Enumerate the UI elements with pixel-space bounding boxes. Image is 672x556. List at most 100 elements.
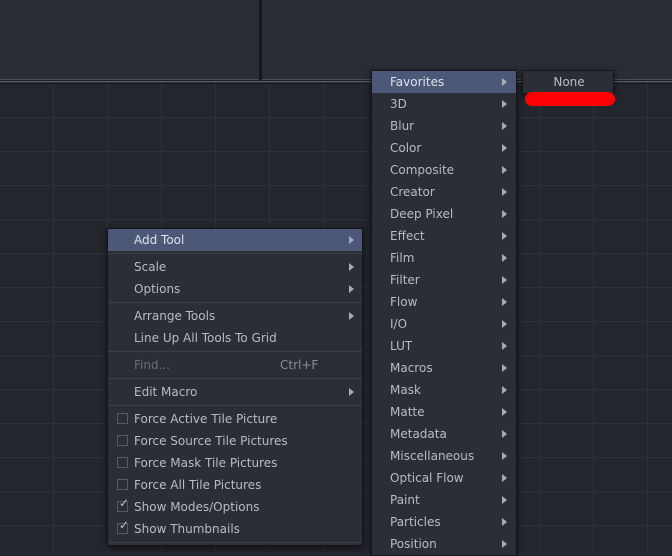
menu-item-add-tool[interactable]: Add Tool bbox=[108, 229, 362, 251]
submenu-arrow-icon bbox=[502, 386, 507, 394]
submenu-arrow-icon bbox=[502, 496, 507, 504]
menu-item-label: Creator bbox=[390, 185, 435, 199]
menu-separator bbox=[108, 542, 362, 543]
submenu-arrow-icon bbox=[502, 298, 507, 306]
viewer-pane-left[interactable] bbox=[0, 0, 260, 80]
menu-item-particles[interactable]: Particles bbox=[372, 511, 516, 533]
red-highlight-bar bbox=[525, 92, 615, 106]
favorites-submenu[interactable]: None bbox=[522, 70, 614, 94]
submenu-arrow-icon bbox=[502, 342, 507, 350]
submenu-arrow-icon bbox=[502, 232, 507, 240]
menu-item-show-modes-options[interactable]: ✓ Show Modes/Options bbox=[108, 496, 362, 518]
menu-item-label: Line Up All Tools To Grid bbox=[134, 331, 277, 345]
submenu-arrow-icon bbox=[349, 312, 354, 320]
checkbox-icon[interactable]: ✓ bbox=[117, 479, 128, 490]
menu-item-label: 3D bbox=[390, 97, 407, 111]
menu-item-miscellaneous[interactable]: Miscellaneous bbox=[372, 445, 516, 467]
check-glyph: ✓ bbox=[119, 496, 130, 510]
menu-item-label: Paint bbox=[390, 493, 420, 507]
add-tool-submenu[interactable]: Favorites 3D Blur Color Composite Creator Deep… bbox=[371, 70, 517, 556]
menu-item-force-source-tile-pictures[interactable]: ✓ Force Source Tile Pictures bbox=[108, 430, 362, 452]
menu-item-label: Show Thumbnails bbox=[134, 522, 240, 536]
menu-item-label: Particles bbox=[390, 515, 441, 529]
submenu-arrow-icon bbox=[502, 254, 507, 262]
menu-item-label: Show Modes/Options bbox=[134, 500, 260, 514]
menu-separator bbox=[108, 302, 362, 303]
menu-separator bbox=[108, 405, 362, 406]
submenu-arrow-icon bbox=[349, 263, 354, 271]
menu-item-label: Edit Macro bbox=[134, 385, 198, 399]
menu-item-optical-flow[interactable]: Optical Flow bbox=[372, 467, 516, 489]
checkbox-icon[interactable]: ✓ bbox=[117, 435, 128, 446]
menu-item-options[interactable]: Options bbox=[108, 278, 362, 300]
checkbox-checked-icon[interactable]: ✓ bbox=[117, 497, 129, 512]
menu-item-label: Force All Tile Pictures bbox=[134, 478, 262, 492]
menu-item-paint[interactable]: Paint bbox=[372, 489, 516, 511]
menu-item-edit-macro[interactable]: Edit Macro bbox=[108, 381, 362, 403]
checkbox-icon[interactable]: ✓ bbox=[117, 413, 128, 424]
menu-item-label: Matte bbox=[390, 405, 425, 419]
submenu-arrow-icon bbox=[349, 388, 354, 396]
menu-item-3d[interactable]: 3D bbox=[372, 93, 516, 115]
menu-item-label: Color bbox=[390, 141, 422, 155]
viewer-divider[interactable] bbox=[259, 0, 262, 80]
submenu-arrow-icon bbox=[349, 236, 354, 244]
menu-item-color[interactable]: Color bbox=[372, 137, 516, 159]
checkbox-icon[interactable]: ✓ bbox=[117, 457, 128, 468]
menu-item-macros[interactable]: Macros bbox=[372, 357, 516, 379]
check-glyph: ✓ bbox=[119, 518, 130, 532]
submenu-arrow-icon bbox=[502, 276, 507, 284]
menu-item-label: Optical Flow bbox=[390, 471, 464, 485]
menu-item-creator[interactable]: Creator bbox=[372, 181, 516, 203]
menu-item-metadata[interactable]: Metadata bbox=[372, 423, 516, 445]
menu-item-line-up-all-tools-to-grid[interactable]: Line Up All Tools To Grid bbox=[108, 327, 362, 349]
submenu-arrow-icon bbox=[502, 430, 507, 438]
menu-separator bbox=[108, 253, 362, 254]
menu-item-deep-pixel[interactable]: Deep Pixel bbox=[372, 203, 516, 225]
menu-item-i-o[interactable]: I/O bbox=[372, 313, 516, 335]
menu-item-composite[interactable]: Composite bbox=[372, 159, 516, 181]
menu-item-lut[interactable]: LUT bbox=[372, 335, 516, 357]
menu-item-mask[interactable]: Mask bbox=[372, 379, 516, 401]
submenu-arrow-icon bbox=[502, 474, 507, 482]
menu-item-label: Metadata bbox=[390, 427, 447, 441]
submenu-arrow-icon bbox=[502, 144, 507, 152]
menu-item-label: Arrange Tools bbox=[134, 309, 216, 323]
menu-item-force-active-tile-picture[interactable]: ✓ Force Active Tile Picture bbox=[108, 408, 362, 430]
menu-item-none[interactable]: None bbox=[523, 71, 613, 93]
menu-item-label: LUT bbox=[390, 339, 413, 353]
menu-item-label: Filter bbox=[390, 273, 420, 287]
menu-item-favorites[interactable]: Favorites bbox=[372, 71, 516, 93]
menu-item-effect[interactable]: Effect bbox=[372, 225, 516, 247]
submenu-arrow-icon bbox=[502, 122, 507, 130]
menu-item-show-thumbnails[interactable]: ✓ Show Thumbnails bbox=[108, 518, 362, 540]
menu-item-film[interactable]: Film bbox=[372, 247, 516, 269]
menu-item-label: Deep Pixel bbox=[390, 207, 454, 221]
menu-item-flow[interactable]: Flow bbox=[372, 291, 516, 313]
menu-item-label: Add Tool bbox=[134, 233, 185, 247]
submenu-arrow-icon bbox=[502, 518, 507, 526]
application-root: Add Tool Scale Options Arrange Tools Line Up… bbox=[0, 0, 672, 556]
menu-item-matte[interactable]: Matte bbox=[372, 401, 516, 423]
menu-item-label: Blur bbox=[390, 119, 415, 133]
viewer-pane-right[interactable] bbox=[262, 0, 672, 80]
menu-item-blur[interactable]: Blur bbox=[372, 115, 516, 137]
menu-item-arrange-tools[interactable]: Arrange Tools bbox=[108, 305, 362, 327]
menu-item-label: Mask bbox=[390, 383, 421, 397]
menu-item-label: Effect bbox=[390, 229, 425, 243]
menu-item-filter[interactable]: Filter bbox=[372, 269, 516, 291]
flow-context-menu[interactable]: Add Tool Scale Options Arrange Tools Line Up… bbox=[107, 228, 363, 546]
menu-item-force-mask-tile-pictures[interactable]: ✓ Force Mask Tile Pictures bbox=[108, 452, 362, 474]
menu-item-label: Find... bbox=[134, 358, 171, 372]
menu-separator bbox=[108, 378, 362, 379]
submenu-arrow-icon bbox=[502, 364, 507, 372]
menu-item-label: Film bbox=[390, 251, 415, 265]
checkbox-checked-icon[interactable]: ✓ bbox=[117, 519, 129, 534]
submenu-arrow-icon bbox=[502, 452, 507, 460]
menu-item-label: Macros bbox=[390, 361, 433, 375]
menu-item-scale[interactable]: Scale bbox=[108, 256, 362, 278]
submenu-arrow-icon bbox=[502, 188, 507, 196]
menu-item-label: Force Active Tile Picture bbox=[134, 412, 278, 426]
menu-item-force-all-tile-pictures[interactable]: ✓ Force All Tile Pictures bbox=[108, 474, 362, 496]
menu-item-label: None bbox=[553, 75, 585, 89]
